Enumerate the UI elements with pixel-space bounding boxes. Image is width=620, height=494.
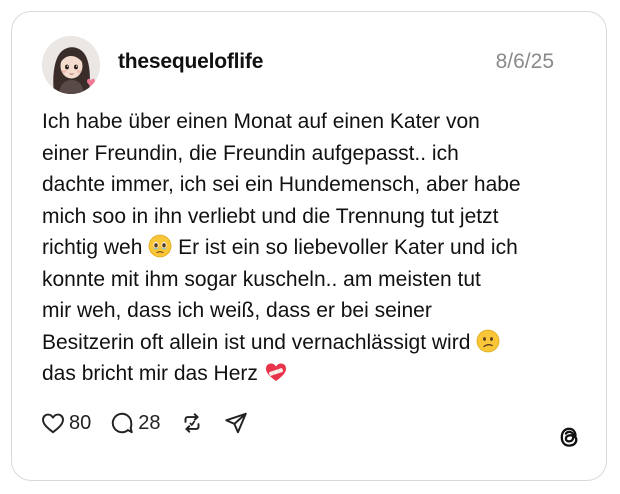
post-line-text: Er ist ein so liebevoller Kater und ich: [178, 236, 518, 259]
repost-icon: [179, 410, 205, 436]
post-line-text: Besitzerin oft allein ist und vernachläs…: [42, 330, 471, 354]
post-line: mir weh, dass ich weiß, dass er bei sein…: [42, 299, 432, 322]
confused-face-emoji: [476, 329, 500, 353]
like-button[interactable]: 80: [40, 410, 91, 436]
post-line: konnte mit ihm sogar kuscheln.. am meist…: [42, 267, 481, 291]
post-line: Besitzerin oft allein ist und vernachläs…: [42, 327, 582, 359]
heart-icon: [40, 410, 66, 436]
speech-bubble-icon: [109, 410, 135, 436]
post-line: mich soo in ihn verliebt und die Trennun…: [42, 204, 499, 228]
avatar[interactable]: [42, 36, 100, 94]
repost-button[interactable]: [179, 410, 205, 436]
post-line-text: das bricht mir das Herz: [42, 362, 258, 385]
like-count: 80: [69, 411, 92, 434]
face-holding-back-tears-emoji: [148, 234, 172, 258]
post-line: Ich habe über einen Monat auf einen Kate…: [42, 110, 480, 133]
send-icon: [223, 410, 249, 436]
post-line-text: richtig weh: [42, 236, 143, 259]
post-card: thesequeloflife 8/6/25 Ich habe über ein…: [11, 11, 607, 481]
reply-count: 28: [138, 411, 161, 434]
mending-heart-emoji: [264, 360, 288, 384]
post-line: richtig weh Er ist ein so liebevoller Ka…: [42, 232, 582, 264]
post-body: Ich habe über einen Monat auf einen Kate…: [42, 106, 582, 390]
reply-button[interactable]: 28: [109, 410, 161, 436]
threads-logo-icon[interactable]: [554, 422, 584, 452]
username[interactable]: thesequeloflife: [118, 50, 263, 74]
post-date: 8/6/25: [495, 50, 554, 73]
post-line: dachte immer, ich sei ein Hundemensch, a…: [42, 173, 521, 196]
post-line: das bricht mir das Herz: [42, 358, 582, 390]
action-bar: 80 28: [40, 408, 267, 438]
share-button[interactable]: [223, 410, 249, 436]
post-line: einer Freundin, die Freundin aufgepasst.…: [42, 141, 459, 165]
